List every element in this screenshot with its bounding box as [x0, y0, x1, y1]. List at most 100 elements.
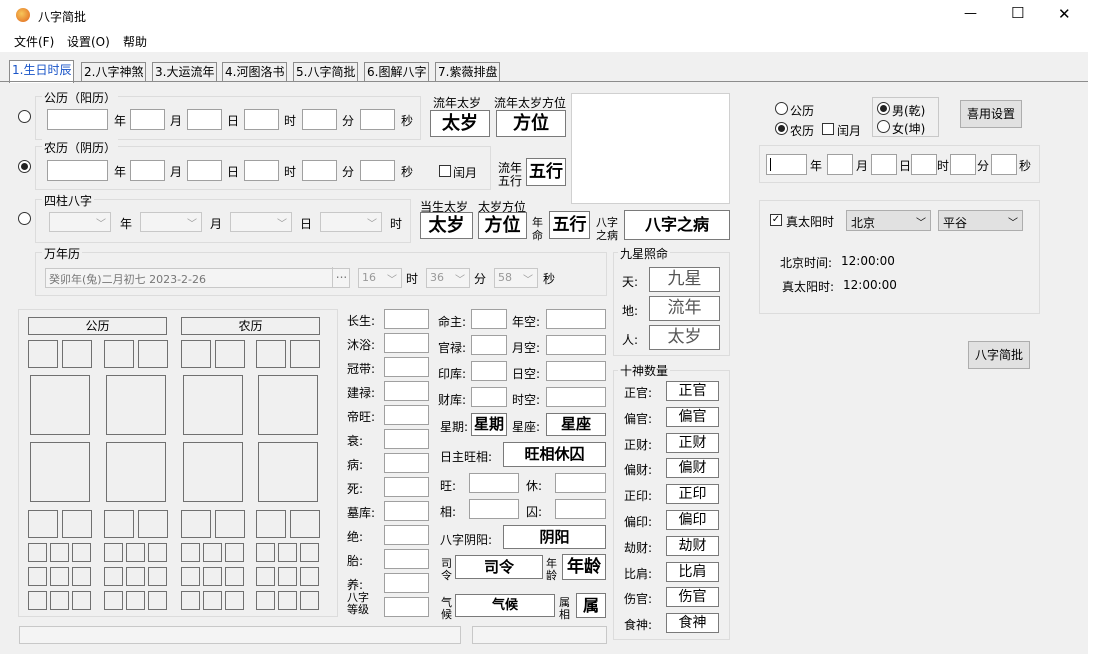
- chart-hidden-cell: [106, 442, 166, 502]
- lunar-day-input[interactable]: [187, 160, 222, 181]
- city-value: 北京: [851, 216, 876, 230]
- chart-sub-cell: [138, 510, 168, 538]
- chevron-down-icon: ﹀: [367, 219, 377, 230]
- solar-minute-label: 分: [342, 114, 355, 128]
- pillars-radio[interactable]: [18, 212, 31, 225]
- lunar-leap-checkbox[interactable]: [439, 165, 451, 177]
- bazi-yinyang-label: 八字阴阳:: [440, 533, 493, 547]
- right-leap-checkbox[interactable]: [822, 123, 834, 135]
- tab-bazi-shensha[interactable]: 2.八字神煞: [81, 62, 147, 82]
- changsheng-label: 死:: [347, 482, 364, 496]
- true-solar-label: 真太阳时: [786, 215, 835, 229]
- wannian-legend: 万年历: [42, 245, 83, 262]
- bazi-level-box: [384, 597, 429, 617]
- shuxiang-label-2: 相: [559, 608, 570, 621]
- chart-small-cell: [256, 591, 275, 610]
- chevron-down-icon: ﹀: [96, 219, 106, 230]
- chevron-down-icon: ﹀: [387, 275, 397, 286]
- solar-year-input[interactable]: [47, 109, 108, 130]
- tab-hetu-luoshu[interactable]: 4.河图洛书: [222, 62, 288, 82]
- right-year-input[interactable]: [766, 154, 807, 175]
- district-select[interactable]: 平谷 ﹀: [938, 210, 1023, 231]
- liunian-taisui-box: 太岁: [430, 110, 490, 137]
- xiang-label: 相:: [440, 505, 457, 519]
- tab-ziwei-paipan[interactable]: 7.紫薇排盘: [435, 62, 501, 82]
- right-day-input[interactable]: [871, 154, 897, 175]
- lunar-hour-input[interactable]: [244, 160, 279, 181]
- lunar-second-label: 秒: [401, 165, 414, 179]
- bazi-level-label-2: 等级: [347, 603, 369, 616]
- chart-sub-cell: [256, 510, 286, 538]
- right-solar-label: 公历: [790, 104, 815, 118]
- solar-hour-input[interactable]: [244, 109, 279, 130]
- solar-day-input[interactable]: [187, 109, 222, 130]
- wannian-minute-select[interactable]: 36 ﹀: [426, 268, 470, 288]
- wannian-date-field[interactable]: 癸卯年(兔)二月初七 2023-2-26 ...: [45, 267, 350, 288]
- changsheng-label: 沐浴:: [347, 338, 376, 352]
- close-button[interactable]: ✕: [1058, 5, 1071, 23]
- day-pillar-select[interactable]: ﹀: [230, 212, 292, 232]
- lunar-year-label: 年: [114, 165, 127, 179]
- lunar-year-input[interactable]: [47, 160, 108, 181]
- beijing-time-label: 北京时间:: [780, 256, 833, 270]
- lunar-minute-input[interactable]: [302, 160, 337, 181]
- changsheng-label: 墓库:: [347, 506, 376, 520]
- lunar-radio[interactable]: [18, 160, 31, 173]
- menu-file[interactable]: 文件(F): [14, 33, 54, 50]
- true-solar-checkbox[interactable]: ✓: [770, 214, 782, 226]
- changsheng-box: [384, 333, 429, 353]
- right-hour-label: 时: [937, 159, 950, 173]
- solar-second-label: 秒: [401, 114, 414, 128]
- chart-small-cell: [203, 567, 222, 586]
- bazi-level-label-1: 八字: [347, 591, 369, 604]
- year-pillar-select[interactable]: ﹀: [49, 212, 111, 232]
- right-second-input[interactable]: [991, 154, 1017, 175]
- female-radio[interactable]: [877, 120, 890, 133]
- male-radio[interactable]: [877, 102, 890, 115]
- wannian-second-select[interactable]: 58 ﹀: [494, 268, 538, 288]
- chart-small-cell: [104, 591, 123, 610]
- wang-label: 旺:: [440, 479, 457, 493]
- shishen-label: 偏财:: [624, 463, 653, 478]
- city-select[interactable]: 北京 ﹀: [846, 210, 931, 231]
- changsheng-label: 建禄:: [347, 386, 376, 400]
- right-hour-input[interactable]: [911, 154, 937, 175]
- lunar-second-input[interactable]: [360, 160, 395, 181]
- month-pillar-select[interactable]: ﹀: [140, 212, 202, 232]
- tab-tujie-bazi[interactable]: 6.图解八字: [364, 62, 430, 82]
- menu-settings[interactable]: 设置(O): [67, 33, 110, 50]
- solar-radio[interactable]: [18, 110, 31, 123]
- wannian-second-label: 秒: [543, 272, 556, 286]
- bazi-jianpi-button[interactable]: 八字简批: [968, 341, 1030, 369]
- rikong-box: [546, 361, 606, 381]
- tab-dayun-liunian[interactable]: 3.大运流年: [152, 62, 218, 82]
- lunar-month-input[interactable]: [130, 160, 165, 181]
- xiyong-settings-button[interactable]: 喜用设置: [960, 100, 1022, 128]
- beijing-time-value: 12:00:00: [841, 254, 895, 268]
- tab-bazi-jianpi[interactable]: 5.八字简批: [293, 62, 359, 82]
- pillars-legend: 四柱八字: [42, 192, 95, 209]
- wannian-picker-button[interactable]: ...: [332, 267, 350, 287]
- wannian-hour-select[interactable]: 16 ﹀: [358, 268, 402, 288]
- chart-branch-cell: [106, 375, 166, 435]
- chart-small-cell: [225, 567, 244, 586]
- title-bar: 八字简批 — ☐ ✕: [0, 0, 1096, 30]
- chart-stem-cell: [290, 340, 320, 368]
- solar-second-input[interactable]: [360, 109, 395, 130]
- right-minute-input[interactable]: [950, 154, 976, 175]
- changsheng-label: 病:: [347, 458, 364, 472]
- maximize-button[interactable]: ☐: [1011, 4, 1024, 22]
- lunar-legend: 农历（阴历）: [42, 139, 119, 156]
- menu-help[interactable]: 帮助: [123, 33, 147, 50]
- hour-pillar-select[interactable]: ﹀: [320, 212, 382, 232]
- right-month-input[interactable]: [827, 154, 853, 175]
- minimize-button[interactable]: —: [964, 6, 977, 21]
- right-solar-radio[interactable]: [775, 102, 788, 115]
- wannian-minute-label: 分: [474, 272, 487, 286]
- solar-minute-input[interactable]: [302, 109, 337, 130]
- changsheng-label: 绝:: [347, 530, 364, 544]
- solar-month-input[interactable]: [130, 109, 165, 130]
- tab-birth-time[interactable]: 1.生日时辰: [9, 60, 75, 83]
- right-lunar-radio[interactable]: [775, 122, 788, 135]
- yinku-label: 印库:: [438, 367, 467, 381]
